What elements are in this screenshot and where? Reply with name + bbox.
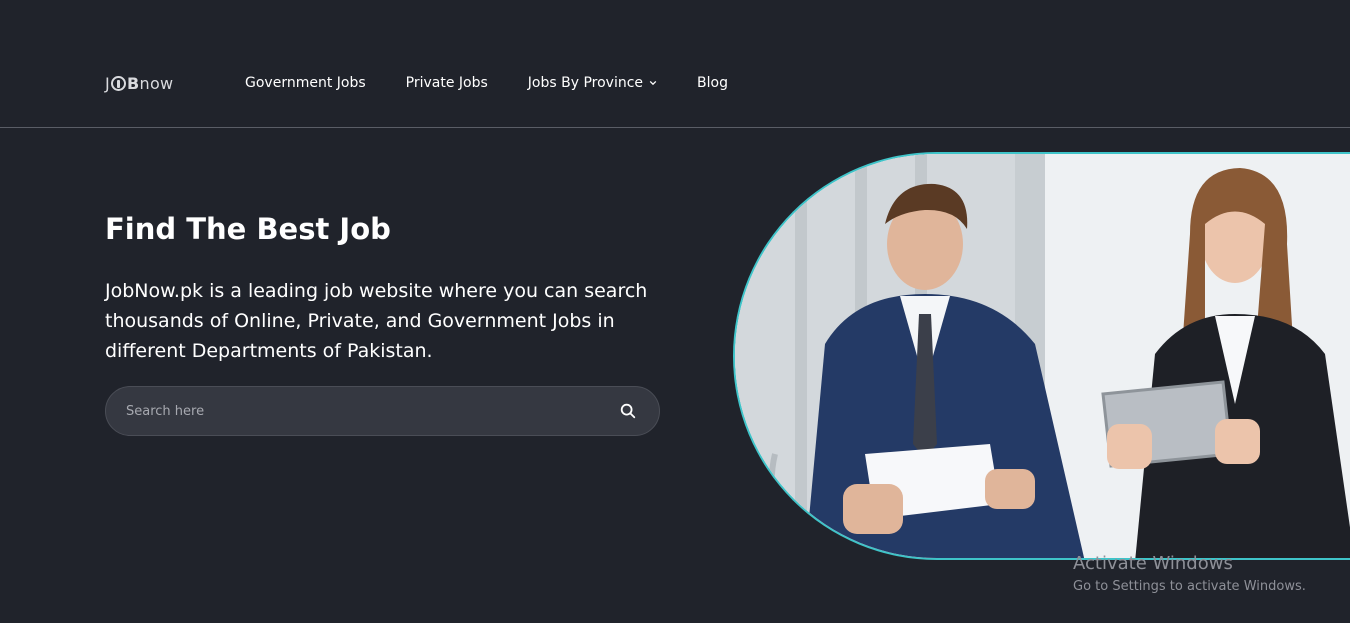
site-header: J B now Government Jobs Private Jobs Job…	[0, 0, 1350, 128]
logo-text-b: B	[127, 73, 140, 93]
search-input[interactable]	[126, 387, 606, 435]
hero-title: Find The Best Job	[105, 212, 391, 246]
search-icon[interactable]	[619, 402, 637, 420]
hero-image	[733, 152, 1350, 560]
nav-jobs-by-province[interactable]: Jobs By Province	[528, 75, 657, 91]
nav-blog[interactable]: Blog	[697, 75, 728, 91]
nav-government-jobs[interactable]: Government Jobs	[245, 75, 366, 91]
watermark-subtitle: Go to Settings to activate Windows.	[1073, 579, 1306, 594]
chevron-down-icon	[649, 80, 657, 86]
nav-label: Government Jobs	[245, 75, 366, 91]
windows-activation-watermark: Activate Windows Go to Settings to activ…	[1073, 553, 1306, 597]
hero-description: JobNow.pk is a leading job website where…	[105, 280, 648, 362]
main-nav: Government Jobs Private Jobs Jobs By Pro…	[245, 72, 768, 94]
search-bar	[105, 386, 660, 436]
logo-text-j: J	[105, 73, 111, 93]
logo-text-now: now	[139, 73, 174, 93]
people-reading-illustration	[735, 154, 1350, 558]
logo[interactable]: J B now	[105, 72, 173, 94]
nav-label: Private Jobs	[405, 75, 488, 91]
nav-label: Jobs By Province	[527, 75, 644, 91]
nav-label: Blog	[697, 75, 728, 91]
watermark-title: Activate Windows	[1073, 553, 1233, 574]
power-icon	[111, 75, 127, 91]
nav-private-jobs[interactable]: Private Jobs	[406, 75, 488, 91]
page: J B now Government Jobs Private Jobs Job…	[0, 0, 1350, 623]
